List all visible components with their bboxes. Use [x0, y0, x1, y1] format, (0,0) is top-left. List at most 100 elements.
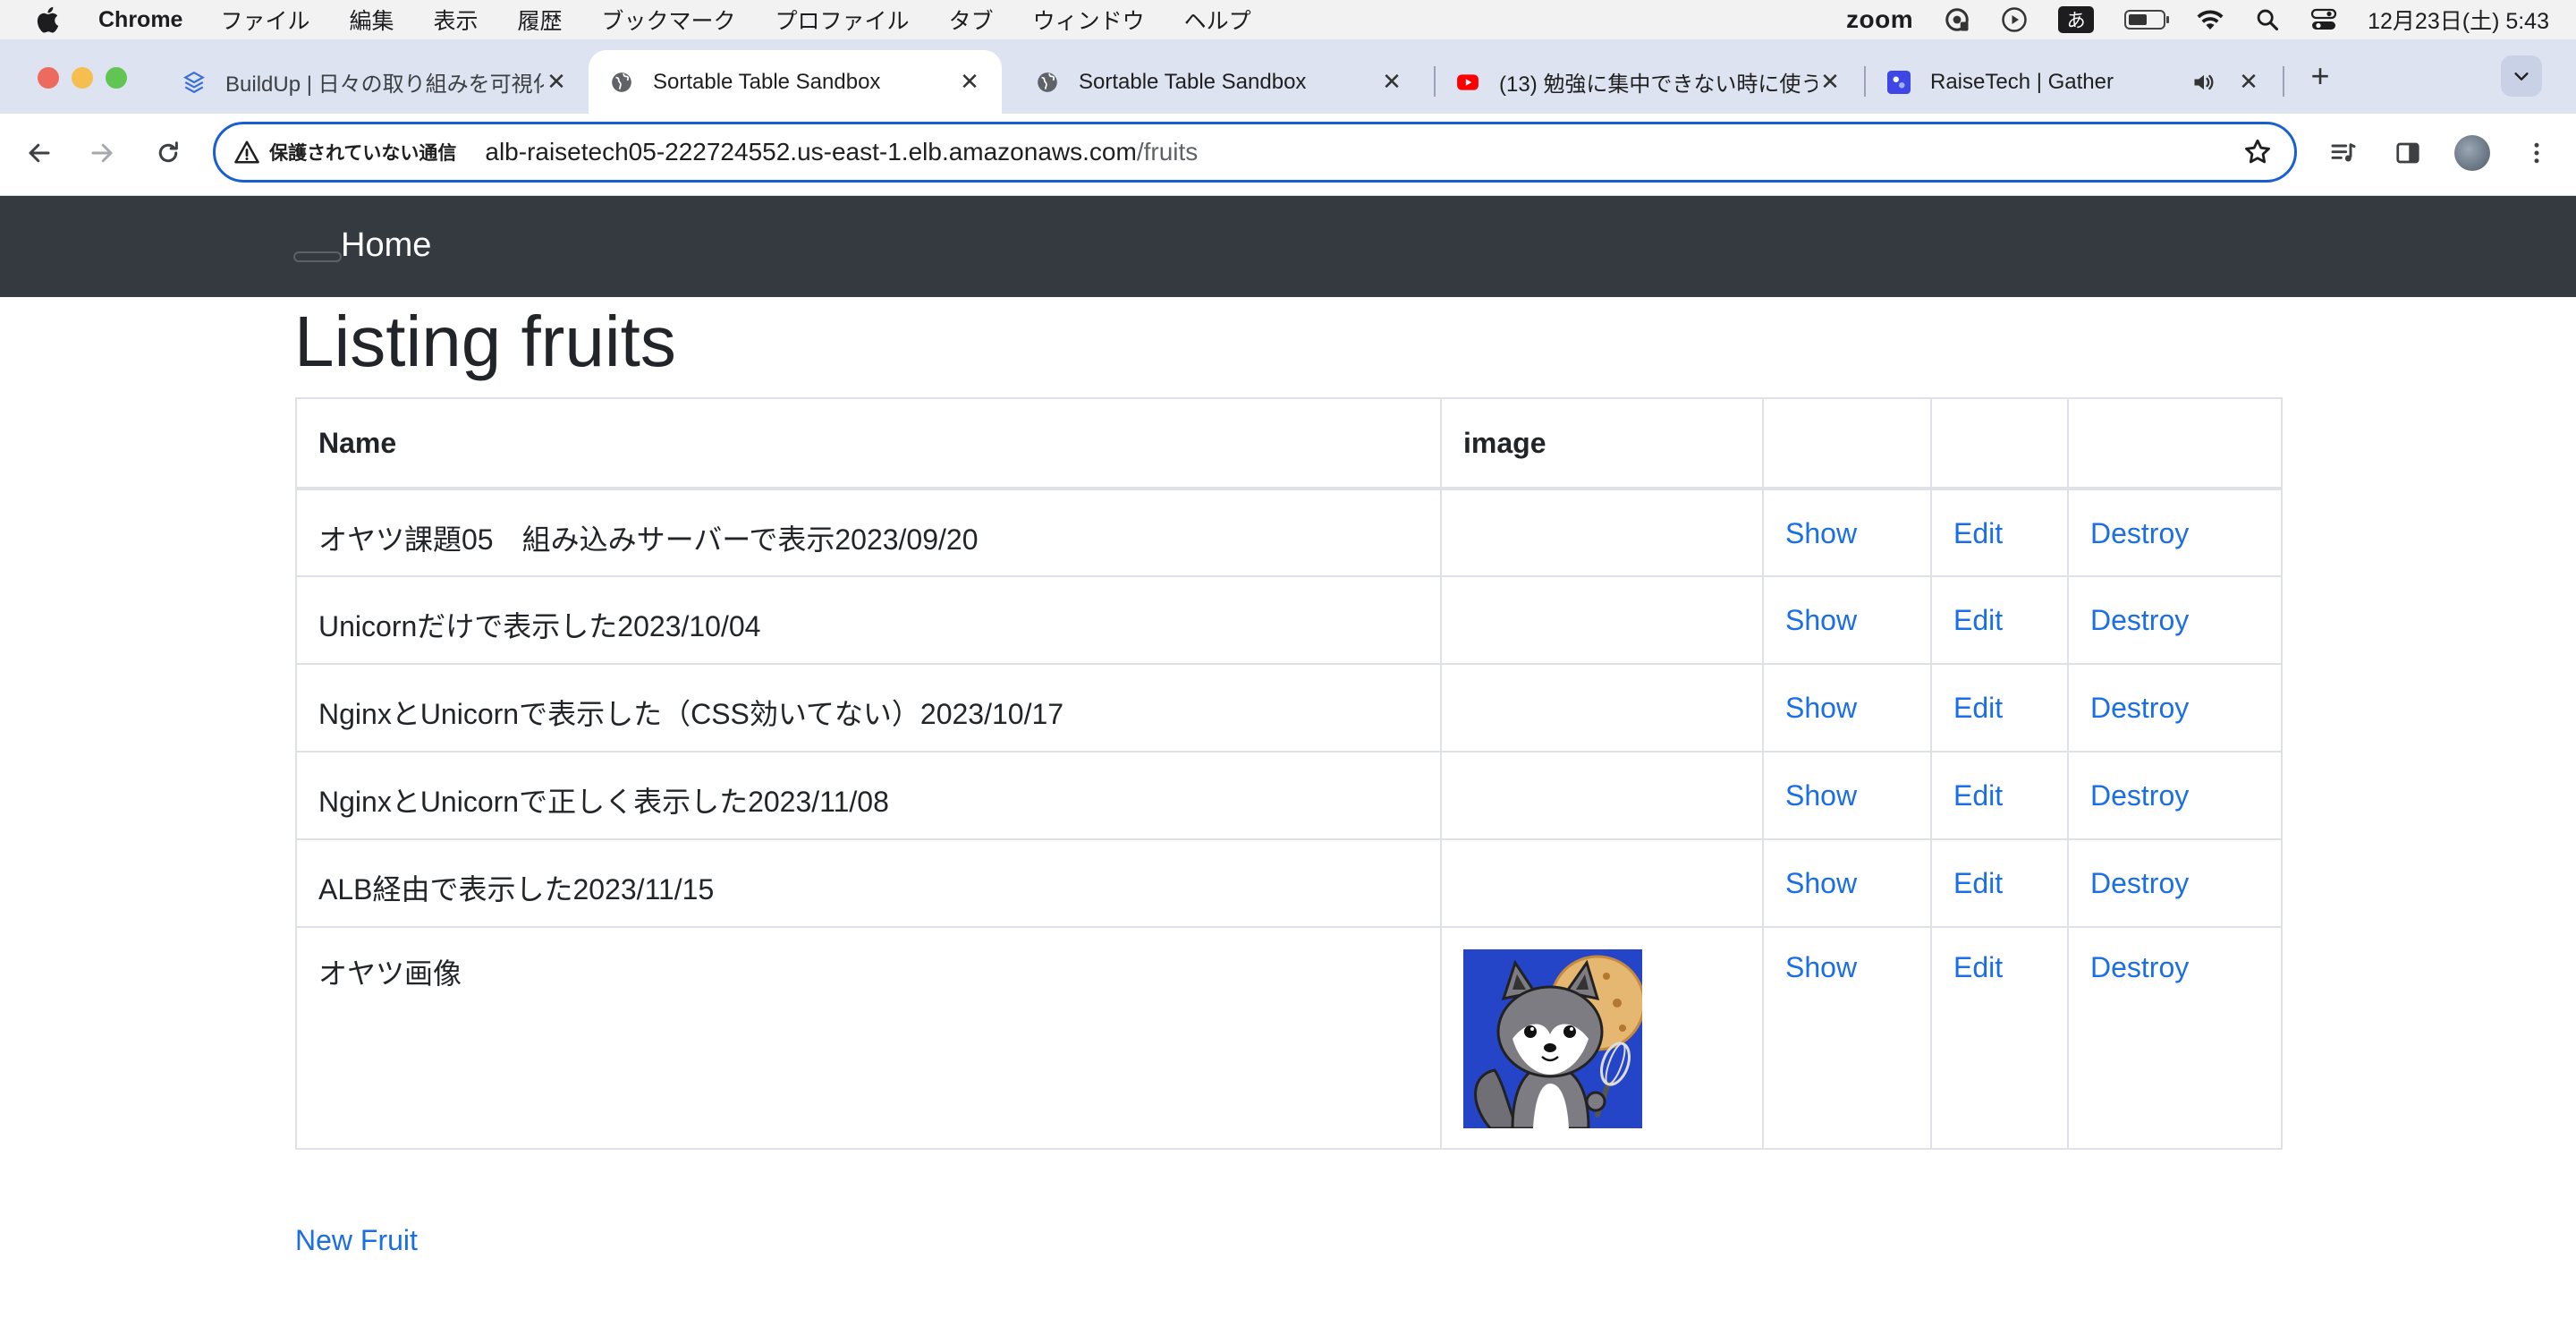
menu-help[interactable]: ヘルプ [1184, 4, 1251, 36]
column-header-name: Name [295, 397, 1442, 489]
edit-link[interactable]: Edit [1953, 867, 2003, 899]
menu-view[interactable]: 表示 [434, 4, 479, 36]
tab-gather[interactable]: RaiseTech | Gather ✕ [1866, 50, 2281, 114]
show-cell: Show [1762, 926, 1932, 1150]
edit-link[interactable]: Edit [1953, 517, 2003, 549]
destroy-link[interactable]: Destroy [2090, 517, 2189, 549]
fruit-image-cell [1440, 575, 1764, 665]
chrome-menu-button[interactable] [2517, 133, 2556, 173]
menu-profiles[interactable]: プロファイル [775, 4, 910, 36]
copilot-status-icon[interactable] [1944, 6, 1970, 33]
spotlight-search-icon[interactable] [2255, 7, 2280, 32]
gather-icon [1887, 70, 1911, 94]
table-row: オヤツ課題05 組み込みサーバーで表示2023/09/20 Show Edit … [295, 488, 2283, 577]
address-bar[interactable]: 保護されていない通信 alb-raisetech05-222724552.us-… [213, 122, 2297, 183]
back-button[interactable] [20, 133, 59, 173]
play-status-icon[interactable] [2001, 6, 2028, 33]
table-row: オヤツ画像 Show Edit Destroy [295, 926, 2283, 1150]
tab-buildup[interactable]: BuildUp | 日々の取り組みを可視化 ✕ [161, 50, 589, 114]
menu-bar-extras: zoom あ 12月23日(土) 5:43 [1846, 0, 2576, 39]
menu-edit[interactable]: 編集 [349, 4, 394, 36]
fruit-name-cell: オヤツ課題05 組み込みサーバーで表示2023/09/20 [295, 488, 1442, 577]
wifi-icon[interactable] [2196, 8, 2224, 31]
tab-search-button[interactable] [2501, 55, 2542, 97]
fruit-image-cell [1440, 838, 1764, 928]
fruit-name-cell: NginxとUnicornで表示した（CSS効いてない）2023/10/17 [295, 663, 1442, 753]
side-panel-icon [2396, 142, 2419, 164]
tab-close-icon[interactable]: ✕ [957, 68, 982, 95]
edit-link[interactable]: Edit [1953, 951, 2003, 983]
tab-title: Sortable Table Sandbox [1079, 69, 1307, 94]
show-link[interactable]: Show [1785, 867, 1857, 899]
new-tab-button[interactable]: + [2302, 57, 2338, 94]
battery-icon[interactable] [2124, 10, 2170, 30]
show-link[interactable]: Show [1785, 517, 1857, 549]
menu-bookmarks[interactable]: ブックマーク [602, 4, 736, 36]
forward-button[interactable] [82, 133, 122, 173]
navbar-toggler[interactable] [293, 251, 342, 262]
column-header-image: image [1440, 397, 1764, 489]
url-path: /fruits [1136, 138, 1199, 166]
new-fruit-link[interactable]: New Fruit [295, 1224, 418, 1257]
table-row: Unicornだけで表示した2023/10/04 Show Edit Destr… [295, 575, 2283, 665]
column-header-destroy [2067, 397, 2283, 489]
control-center-icon[interactable] [2310, 7, 2337, 32]
show-link[interactable]: Show [1785, 951, 1857, 983]
show-link[interactable]: Show [1785, 692, 1857, 724]
apple-icon[interactable] [34, 4, 64, 35]
window-close-button[interactable] [38, 67, 59, 89]
nav-home-link[interactable]: Home [341, 226, 431, 265]
table-row: ALB経由で表示した2023/11/15 Show Edit Destroy [295, 838, 2283, 928]
tab-youtube[interactable]: (13) 勉強に集中できない時に使うと ✕ [1435, 50, 1862, 114]
window-zoom-button[interactable] [106, 67, 127, 89]
reload-button[interactable] [148, 133, 188, 173]
tab-close-icon[interactable]: ✕ [2236, 68, 2261, 95]
tab-close-icon[interactable]: ✕ [1379, 68, 1404, 95]
menu-window[interactable]: ウィンドウ [1033, 4, 1145, 36]
menu-tab[interactable]: タブ [949, 4, 994, 36]
youtube-icon [1457, 73, 1479, 90]
browser-toolbar: 保護されていない通信 alb-raisetech05-222724552.us-… [0, 114, 2576, 196]
window-minimize-button[interactable] [72, 67, 93, 89]
destroy-link[interactable]: Destroy [2090, 951, 2189, 983]
globe-icon [1038, 72, 1057, 92]
side-panel-button[interactable] [2388, 133, 2428, 173]
tab-title: Sortable Table Sandbox [653, 69, 881, 94]
tab-close-icon[interactable]: ✕ [544, 68, 569, 95]
menu-file[interactable]: ファイル [220, 4, 309, 36]
media-controls-button[interactable] [2324, 133, 2363, 173]
edit-link[interactable]: Edit [1953, 779, 2003, 812]
warning-triangle-icon[interactable] [233, 139, 260, 166]
destroy-link[interactable]: Destroy [2090, 867, 2189, 899]
tab-close-icon[interactable]: ✕ [1818, 68, 1843, 95]
destroy-link[interactable]: Destroy [2090, 692, 2189, 724]
bookmark-star-icon[interactable] [2242, 137, 2273, 167]
input-method-indicator[interactable]: あ [2058, 6, 2095, 33]
tab-sortable-table-active[interactable]: Sortable Table Sandbox ✕ [589, 50, 1002, 114]
destroy-cell: Destroy [2067, 838, 2283, 928]
audio-playing-icon[interactable] [2191, 70, 2216, 95]
tab-separator [2283, 66, 2284, 97]
url-text[interactable]: alb-raisetech05-222724552.us-east-1.elb.… [485, 138, 2242, 166]
destroy-link[interactable]: Destroy [2090, 604, 2189, 636]
edit-link[interactable]: Edit [1953, 692, 2003, 724]
fruit-name-cell: Unicornだけで表示した2023/10/04 [295, 575, 1442, 665]
menu-history[interactable]: 履歴 [518, 4, 563, 36]
chevron-down-icon [2514, 72, 2529, 81]
edit-cell: Edit [1930, 751, 2069, 840]
destroy-link[interactable]: Destroy [2090, 779, 2189, 812]
edit-cell: Edit [1930, 663, 2069, 753]
show-link[interactable]: Show [1785, 604, 1857, 636]
menu-app-name[interactable]: Chrome [98, 7, 182, 33]
column-header-show [1762, 397, 1932, 489]
menu-bar-clock[interactable]: 12月23日(土) 5:43 [2368, 4, 2549, 36]
zoom-status-item[interactable]: zoom [1846, 5, 1913, 34]
show-cell: Show [1762, 488, 1932, 577]
show-link[interactable]: Show [1785, 779, 1857, 812]
tab-title: BuildUp | 日々の取り組みを可視化 [225, 72, 544, 97]
tab-sortable-table[interactable]: Sortable Table Sandbox ✕ [1014, 50, 1424, 114]
edit-link[interactable]: Edit [1953, 604, 2003, 636]
show-cell: Show [1762, 663, 1932, 753]
security-status-label[interactable]: 保護されていない通信 [269, 139, 456, 166]
profile-avatar[interactable] [2454, 135, 2490, 171]
